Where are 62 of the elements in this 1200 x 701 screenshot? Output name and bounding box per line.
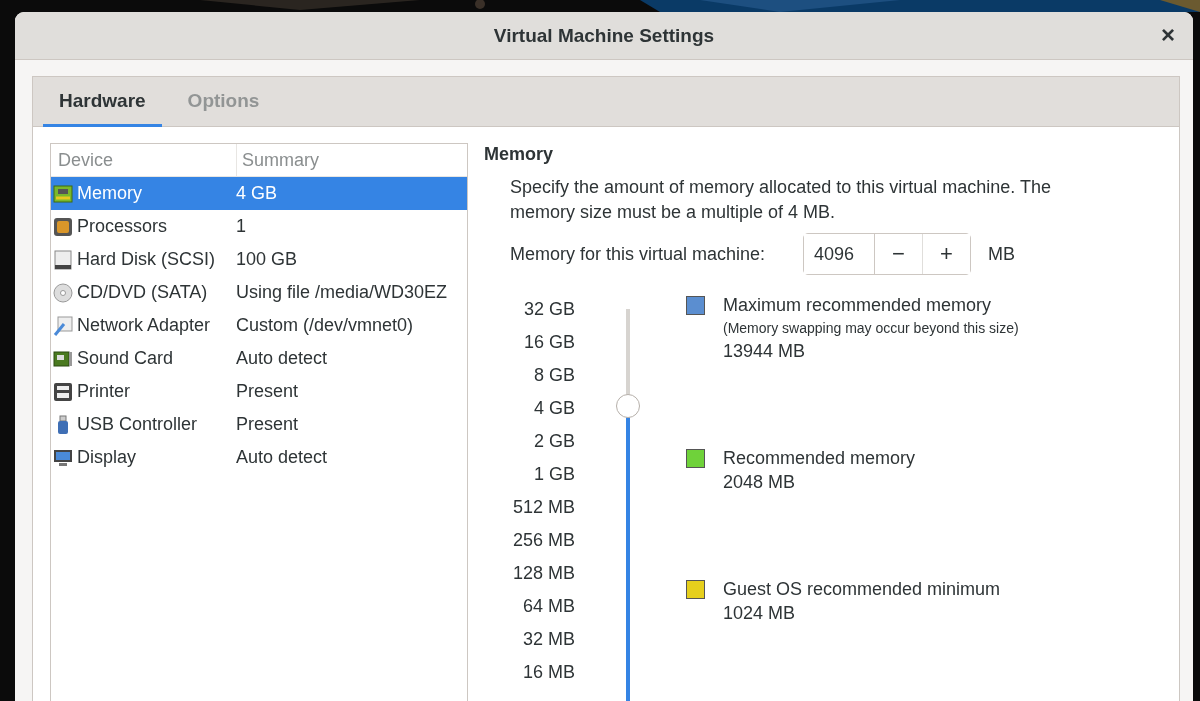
device-row[interactable]: USB Controller Present — [51, 408, 467, 441]
device-summary: 1 — [235, 216, 247, 237]
section-heading: Memory — [484, 144, 555, 165]
device-name: Processors — [77, 216, 168, 237]
scale-label: 1 GB — [533, 463, 575, 486]
scale-label: 256 MB — [512, 529, 575, 552]
scale-label: 32 GB — [523, 298, 575, 321]
scale-label: 16 GB — [523, 331, 575, 354]
device-row[interactable]: Printer Present — [51, 375, 467, 408]
device-row[interactable]: Network Adapter Custom (/dev/vmnet0) — [51, 309, 467, 342]
legend-value: 13944 MB — [723, 340, 807, 363]
device-summary: Present — [235, 381, 300, 402]
device-summary: 4 GB — [235, 183, 279, 204]
description-text: Specify the amount of memory allocated to this virtual machine. The memory size must be a multiple of 4 MB. — [510, 176, 1052, 224]
device-name: Sound Card — [77, 348, 174, 369]
device-row[interactable]: Hard Disk (SCSI) 100 GB — [51, 243, 467, 276]
field-label: Memory for this virtual machine: — [510, 243, 767, 265]
scale-label: 2 GB — [533, 430, 575, 453]
scale-label: 512 MB — [512, 496, 575, 519]
device-row[interactable]: Memory 4 GB — [51, 177, 467, 210]
scale-label: 8 GB — [533, 364, 575, 387]
processor-icon — [53, 216, 73, 237]
memory-chip-icon — [53, 183, 73, 204]
window-title: Virtual Machine Settings — [493, 24, 715, 47]
device-name: Display — [77, 447, 137, 468]
legend-title: Maximum recommended memory — [723, 294, 993, 317]
legend-value: 1024 MB — [723, 602, 797, 625]
scale-label: 128 MB — [512, 562, 575, 585]
device-summary: Present — [235, 414, 300, 435]
device-summary: Custom (/dev/vmnet0) — [235, 315, 415, 336]
close-button[interactable]: × — [1157, 24, 1179, 46]
slider-thumb[interactable] — [616, 394, 640, 419]
device-summary: Using file /media/WD30EZ — [235, 282, 449, 303]
memory-spin-field[interactable]: 4096 − + — [803, 233, 971, 275]
scale-label: 32 MB — [522, 628, 575, 651]
scale-label: 16 MB — [522, 661, 575, 684]
sound-card-icon — [53, 348, 73, 369]
device-name: Printer — [77, 381, 130, 402]
legend-note: (Memory swapping may occur beyond this size) — [723, 319, 1019, 338]
device-summary: Auto detect — [235, 348, 329, 369]
device-summary: 100 GB — [235, 249, 299, 270]
device-name: USB Controller — [77, 414, 198, 435]
disc-icon — [53, 282, 73, 303]
tab[interactable]: Hardware — [43, 77, 162, 127]
legend-title: Guest OS recommended minimum — [723, 578, 1001, 601]
network-icon — [53, 315, 73, 336]
device-name: Hard Disk (SCSI) — [77, 249, 215, 270]
device-row[interactable]: Display Auto detect — [51, 441, 467, 474]
device-row[interactable]: Sound Card Auto detect — [51, 342, 467, 375]
scale-label: 64 MB — [522, 595, 575, 618]
legend-value: 2048 MB — [723, 471, 797, 494]
device-row[interactable]: Processors 1 — [51, 210, 467, 243]
legend-title: Recommended memory — [723, 447, 916, 470]
printer-icon — [53, 381, 73, 402]
device-name: Memory — [77, 183, 142, 204]
device-name: Network Adapter — [77, 315, 211, 336]
unit-label: MB — [988, 243, 1015, 265]
monitor-icon — [53, 447, 73, 468]
device-name: CD/DVD (SATA) — [77, 282, 208, 303]
device-summary: Auto detect — [235, 447, 329, 468]
device-row[interactable]: CD/DVD (SATA) Using file /media/WD30EZ — [51, 276, 467, 309]
scale-label: 4 GB — [533, 397, 575, 420]
